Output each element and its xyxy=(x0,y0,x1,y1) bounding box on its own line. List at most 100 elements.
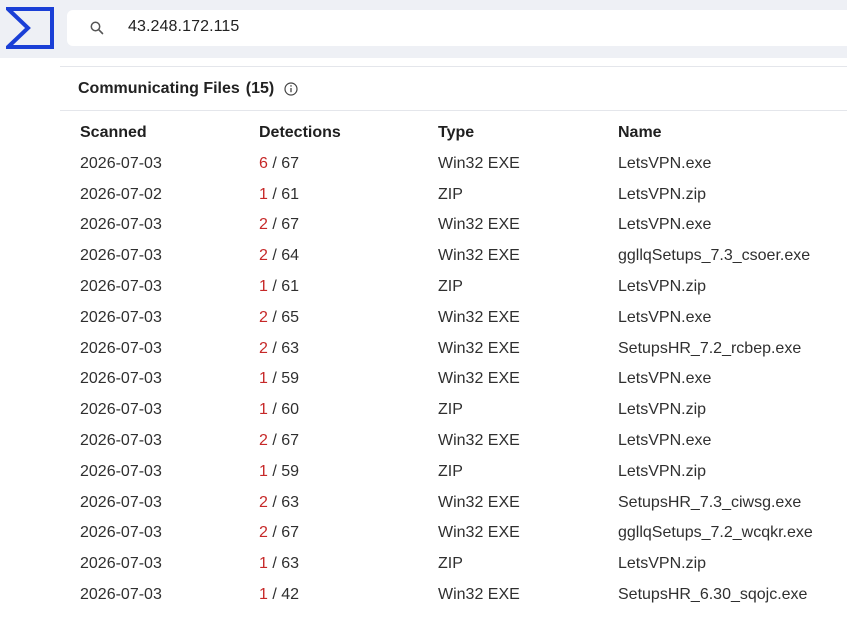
file-type: Win32 EXE xyxy=(438,154,520,172)
detection-total: / 67 xyxy=(272,154,300,172)
file-type: Win32 EXE xyxy=(438,247,520,265)
file-name-link[interactable]: ggllqSetups_7.3_csoer.exe xyxy=(618,244,810,268)
detection-total: / 59 xyxy=(272,370,300,388)
file-name-link[interactable]: ggllqSetups_7.2_wcqkr.exe xyxy=(618,521,813,545)
file-type: ZIP xyxy=(438,401,463,419)
detection-total: / 67 xyxy=(272,216,300,234)
file-name-link[interactable]: LetsVPN.exe xyxy=(618,429,711,453)
file-type: ZIP xyxy=(438,555,463,573)
scanned-date: 2026-07-03 xyxy=(80,277,162,295)
detection-ratio[interactable]: 2 / 67 xyxy=(259,521,299,545)
detection-total: / 42 xyxy=(272,585,300,603)
scanned-date: 2026-07-03 xyxy=(80,462,162,480)
file-type: ZIP xyxy=(438,277,463,295)
file-name-link[interactable]: SetupsHR_7.2_rcbep.exe xyxy=(618,337,801,361)
detection-positives: 2 xyxy=(259,216,268,234)
detection-positives: 1 xyxy=(259,277,268,295)
detection-ratio[interactable]: 1 / 63 xyxy=(259,552,299,576)
detection-total: / 67 xyxy=(272,431,300,449)
scanned-date: 2026-07-03 xyxy=(80,585,162,603)
detection-positives: 1 xyxy=(259,185,268,203)
detection-total: / 61 xyxy=(272,277,300,295)
file-name-link[interactable]: SetupsHR_6.30_sqojc.exe xyxy=(618,583,807,607)
detection-positives: 6 xyxy=(259,154,268,172)
file-name-link[interactable]: LetsVPN.exe xyxy=(618,367,711,391)
scanned-date: 2026-07-03 xyxy=(80,524,162,542)
file-name-link[interactable]: LetsVPN.exe xyxy=(618,306,711,330)
file-type: Win32 EXE xyxy=(438,339,520,357)
detection-ratio[interactable]: 1 / 60 xyxy=(259,398,299,422)
detection-ratio[interactable]: 2 / 67 xyxy=(259,429,299,453)
file-type: ZIP xyxy=(438,462,463,480)
detection-positives: 2 xyxy=(259,308,268,326)
column-header-type[interactable]: Type xyxy=(438,121,474,145)
detection-positives: 2 xyxy=(259,524,268,542)
file-name-link[interactable]: LetsVPN.zip xyxy=(618,460,706,484)
scanned-date: 2026-07-03 xyxy=(80,339,162,357)
detection-positives: 2 xyxy=(259,493,268,511)
info-icon[interactable] xyxy=(284,82,298,96)
search-icon[interactable] xyxy=(89,20,105,36)
column-header-detections[interactable]: Detections xyxy=(259,121,341,145)
detection-ratio[interactable]: 2 / 63 xyxy=(259,337,299,361)
section-divider xyxy=(60,110,847,111)
scanned-date: 2026-07-03 xyxy=(80,555,162,573)
detection-total: / 59 xyxy=(272,462,300,480)
file-type: Win32 EXE xyxy=(438,493,520,511)
detection-ratio[interactable]: 1 / 42 xyxy=(259,583,299,607)
file-type: ZIP xyxy=(438,185,463,203)
file-name-link[interactable]: SetupsHR_7.3_ciwsg.exe xyxy=(618,491,801,515)
scanned-date: 2026-07-03 xyxy=(80,308,162,326)
file-name-link[interactable]: LetsVPN.exe xyxy=(618,152,711,176)
file-type: Win32 EXE xyxy=(438,308,520,326)
file-name-link[interactable]: LetsVPN.exe xyxy=(618,213,711,237)
detection-ratio[interactable]: 2 / 65 xyxy=(259,306,299,330)
detection-ratio[interactable]: 1 / 61 xyxy=(259,275,299,299)
detection-total: / 60 xyxy=(272,401,300,419)
detection-ratio[interactable]: 1 / 61 xyxy=(259,183,299,207)
column-header-name[interactable]: Name xyxy=(618,121,662,145)
scanned-date: 2026-07-03 xyxy=(80,493,162,511)
detection-ratio[interactable]: 2 / 63 xyxy=(259,491,299,515)
section-header: Communicating Files (15) xyxy=(78,78,298,100)
scanned-date: 2026-07-03 xyxy=(80,431,162,449)
detection-total: / 67 xyxy=(272,524,300,542)
file-type: Win32 EXE xyxy=(438,585,520,603)
column-header-scanned[interactable]: Scanned xyxy=(80,121,147,145)
virustotal-logo-icon[interactable] xyxy=(6,7,54,49)
detection-total: / 65 xyxy=(272,308,300,326)
detection-ratio[interactable]: 2 / 67 xyxy=(259,213,299,237)
detection-positives: 1 xyxy=(259,585,268,603)
scanned-date: 2026-07-03 xyxy=(80,154,162,172)
detection-ratio[interactable]: 2 / 64 xyxy=(259,244,299,268)
detection-total: / 63 xyxy=(272,493,300,511)
section-title: Communicating Files xyxy=(78,80,240,97)
detection-positives: 1 xyxy=(259,401,268,419)
detection-positives: 2 xyxy=(259,339,268,357)
file-name-link[interactable]: LetsVPN.zip xyxy=(618,552,706,576)
detection-ratio[interactable]: 1 / 59 xyxy=(259,460,299,484)
scanned-date: 2026-07-02 xyxy=(80,185,162,203)
section-count: (15) xyxy=(245,80,275,97)
scanned-date: 2026-07-03 xyxy=(80,216,162,234)
file-name-link[interactable]: LetsVPN.zip xyxy=(618,275,706,299)
search-input[interactable]: 43.248.172.115 xyxy=(128,18,239,36)
detection-total: / 63 xyxy=(272,339,300,357)
detection-positives: 2 xyxy=(259,431,268,449)
search-bar[interactable]: 43.248.172.115 xyxy=(67,10,847,46)
file-type: Win32 EXE xyxy=(438,524,520,542)
detection-ratio[interactable]: 6 / 67 xyxy=(259,152,299,176)
detection-total: / 63 xyxy=(272,555,300,573)
panel-top-border xyxy=(60,66,847,67)
file-type: Win32 EXE xyxy=(438,370,520,388)
scanned-date: 2026-07-03 xyxy=(80,247,162,265)
detection-ratio[interactable]: 1 / 59 xyxy=(259,367,299,391)
file-name-link[interactable]: LetsVPN.zip xyxy=(618,398,706,422)
file-name-link[interactable]: LetsVPN.zip xyxy=(618,183,706,207)
scanned-date: 2026-07-03 xyxy=(80,401,162,419)
detection-total: / 61 xyxy=(272,185,300,203)
scanned-date: 2026-07-03 xyxy=(80,370,162,388)
detection-positives: 2 xyxy=(259,247,268,265)
detection-positives: 1 xyxy=(259,370,268,388)
detection-total: / 64 xyxy=(272,247,300,265)
